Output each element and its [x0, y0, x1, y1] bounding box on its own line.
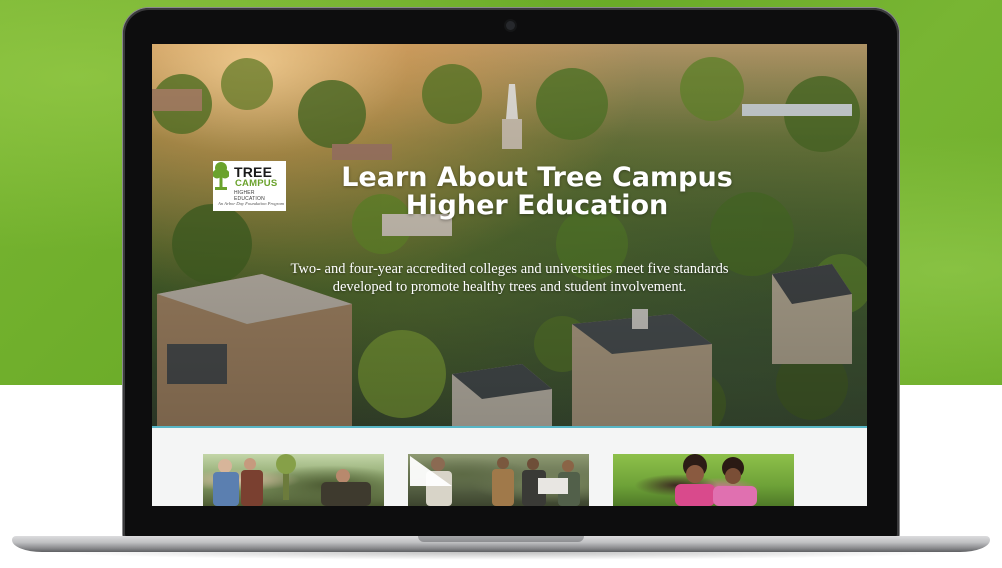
hero-title: Learn About Tree Campus Higher Education	[292, 164, 782, 220]
tree-campus-logo[interactable]: TREE CAMPUS HIGHER EDUCATION An Arbor Da…	[213, 161, 286, 211]
logo-line-tree: TREE	[234, 164, 273, 180]
card-students-planting[interactable]	[203, 454, 384, 506]
hero-section: TREE CAMPUS HIGHER EDUCATION An Arbor Da…	[152, 44, 867, 426]
laptop-shadow	[40, 552, 962, 560]
students-smiling-photo	[675, 454, 757, 506]
hero-divider	[152, 426, 867, 428]
hero-title-line-2: Higher Education	[405, 190, 669, 221]
hero-title-line-1: Learn About Tree Campus	[341, 162, 733, 193]
card-group-video[interactable]	[408, 454, 589, 506]
hero-subtitle: Two- and four-year accredited colleges a…	[252, 260, 767, 296]
tree-icon	[213, 161, 229, 191]
hero-overlay	[152, 44, 867, 426]
students-planting-photo	[213, 454, 371, 506]
hero-subtitle-line-2: developed to promote healthy trees and s…	[332, 279, 687, 295]
webcam	[506, 21, 515, 30]
card-students-smiling[interactable]	[613, 454, 794, 506]
hero-subtitle-line-1: Two- and four-year accredited colleges a…	[290, 261, 729, 277]
play-icon[interactable]	[408, 454, 454, 488]
logo-line-campus: CAMPUS	[235, 178, 278, 189]
laptop-screen: TREE CAMPUS HIGHER EDUCATION An Arbor Da…	[152, 44, 867, 506]
laptop-base-notch	[418, 536, 584, 542]
logo-tagline: An Arbor Day Foundation Program	[218, 201, 285, 206]
